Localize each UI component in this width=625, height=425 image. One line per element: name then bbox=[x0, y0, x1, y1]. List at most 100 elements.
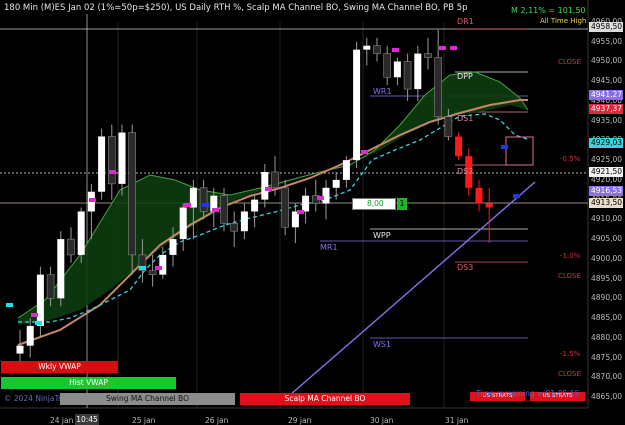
signal-marker bbox=[392, 48, 399, 52]
signal-marker bbox=[31, 313, 38, 317]
signal-marker bbox=[265, 187, 272, 191]
level-ds3: DS3 bbox=[457, 263, 474, 272]
order-qty-button[interactable]: 1 bbox=[397, 198, 407, 210]
price-tag-high: 4958,50 bbox=[589, 22, 623, 32]
candle-body bbox=[159, 254, 167, 275]
candle-body bbox=[485, 203, 493, 208]
candle-body bbox=[322, 187, 330, 204]
time-remaining-text: Time remaining = 01:05:15 bbox=[476, 389, 580, 398]
candle-body bbox=[98, 136, 106, 192]
signal-marker bbox=[184, 203, 191, 207]
level-wr1: WR1 bbox=[373, 87, 392, 96]
price-tag-last: 4921,50 bbox=[589, 167, 623, 177]
candle-body bbox=[57, 239, 65, 299]
level-ds1: DS1 bbox=[457, 114, 474, 123]
candle-body bbox=[77, 211, 85, 255]
price-tag-trendline: 4916,53 bbox=[589, 186, 623, 196]
price-tick-label: 4925,00 bbox=[591, 155, 623, 165]
price-tick-label: 4945,00 bbox=[591, 76, 623, 86]
candle-body bbox=[148, 270, 157, 275]
x-label-30jan: 30 jan bbox=[370, 416, 394, 425]
candle-body bbox=[475, 187, 483, 204]
candle-body bbox=[261, 172, 269, 200]
candle-body bbox=[281, 187, 290, 228]
candle-body bbox=[332, 179, 340, 188]
pct-label-1: -0.5% bbox=[560, 155, 581, 163]
swing-ma-channel-button[interactable]: Swing MA Channel BO bbox=[60, 393, 235, 405]
hist-vwap-button[interactable]: Hist VWAP bbox=[1, 377, 176, 389]
candle-body bbox=[16, 345, 24, 354]
candle-body bbox=[455, 136, 463, 157]
candle-body bbox=[251, 199, 259, 212]
signal-marker bbox=[35, 321, 42, 325]
price-tick-label: 4875,00 bbox=[591, 352, 623, 362]
candle-body bbox=[36, 274, 44, 326]
candle-body bbox=[271, 171, 279, 189]
candle-body bbox=[444, 116, 453, 137]
candle-body bbox=[26, 325, 34, 346]
candle-body bbox=[46, 274, 55, 299]
candle-body bbox=[240, 211, 248, 232]
candle-body bbox=[128, 132, 136, 256]
price-tick-label: 4880,00 bbox=[591, 332, 623, 342]
candle-body bbox=[353, 49, 361, 161]
signal-marker bbox=[6, 303, 13, 307]
candle-body bbox=[424, 53, 432, 58]
price-tick-label: 4910,00 bbox=[591, 214, 623, 224]
candle-body bbox=[342, 160, 350, 180]
x-label-31jan: 31 jan bbox=[445, 416, 469, 425]
signal-marker bbox=[202, 203, 209, 207]
pullback-zone bbox=[505, 136, 534, 166]
pct-label-3: -1.5% bbox=[560, 350, 581, 358]
price-tick-label: 4900,00 bbox=[591, 253, 623, 263]
chart-window: 180 Min (M)ES Jan 02 (1%=50p=$250), US D… bbox=[0, 0, 625, 425]
candle-body bbox=[67, 238, 75, 256]
price-tick-label: 4935,00 bbox=[591, 115, 623, 125]
signal-marker bbox=[513, 194, 520, 198]
x-label-25jan: 25 jan bbox=[132, 416, 156, 425]
order-quantity-box[interactable]: 8,00 bbox=[352, 198, 396, 210]
price-tag-cyan: 4929,03 bbox=[589, 138, 623, 148]
level-ds2: DS2 bbox=[457, 167, 474, 176]
candle-body bbox=[302, 195, 310, 212]
candle-body bbox=[363, 45, 371, 50]
close-label-3: CLOSE bbox=[558, 370, 581, 378]
price-tag-channel-top: 4941,27 bbox=[589, 90, 623, 100]
level-mr1: MR1 bbox=[320, 243, 338, 252]
cursor-time-tag: 10:45 bbox=[75, 414, 99, 425]
candle-body bbox=[199, 187, 208, 212]
price-tick-label: 4890,00 bbox=[591, 293, 623, 303]
m-stat: M 2,11% = 101,50 bbox=[511, 6, 586, 15]
wkly-vwap-button[interactable]: Wkly VWAP bbox=[1, 361, 118, 373]
candle-body bbox=[373, 45, 381, 54]
price-tag-order: 4913,50 bbox=[589, 198, 623, 208]
scalp-ma-channel-button[interactable]: Scalp MA Channel BO bbox=[240, 393, 410, 405]
level-ws1: WS1 bbox=[373, 340, 392, 349]
signal-marker bbox=[212, 208, 219, 212]
pct-label-2: -1.0% bbox=[560, 252, 581, 260]
candle-body bbox=[169, 239, 177, 255]
candle-body bbox=[383, 53, 392, 78]
level-wpp: WPP bbox=[373, 231, 391, 240]
price-tick-label: 4955,00 bbox=[591, 36, 623, 46]
level-dr1: DR1 bbox=[457, 17, 474, 26]
all-time-high-label: All Time High bbox=[540, 17, 587, 25]
x-label-26jan: 26 jan bbox=[205, 416, 229, 425]
price-tick-label: 4865,00 bbox=[591, 392, 623, 401]
candle-body bbox=[403, 61, 412, 90]
signal-marker bbox=[317, 196, 324, 200]
candle-body bbox=[414, 53, 422, 90]
candle-body bbox=[230, 223, 238, 232]
order-value: 8,00 bbox=[367, 199, 384, 208]
signal-marker bbox=[89, 198, 96, 202]
signal-marker bbox=[361, 150, 368, 154]
signal-marker bbox=[139, 266, 146, 270]
price-tick-label: 4870,00 bbox=[591, 372, 623, 382]
candle-body bbox=[393, 61, 401, 78]
level-dpp: DPP bbox=[457, 72, 473, 81]
signal-marker bbox=[155, 266, 162, 270]
signal-marker bbox=[439, 46, 446, 50]
close-label-1: CLOSE bbox=[558, 58, 581, 66]
price-tick-label: 4885,00 bbox=[591, 313, 623, 323]
chart-title: 180 Min (M)ES Jan 02 (1%=50p=$250), US D… bbox=[4, 3, 468, 13]
